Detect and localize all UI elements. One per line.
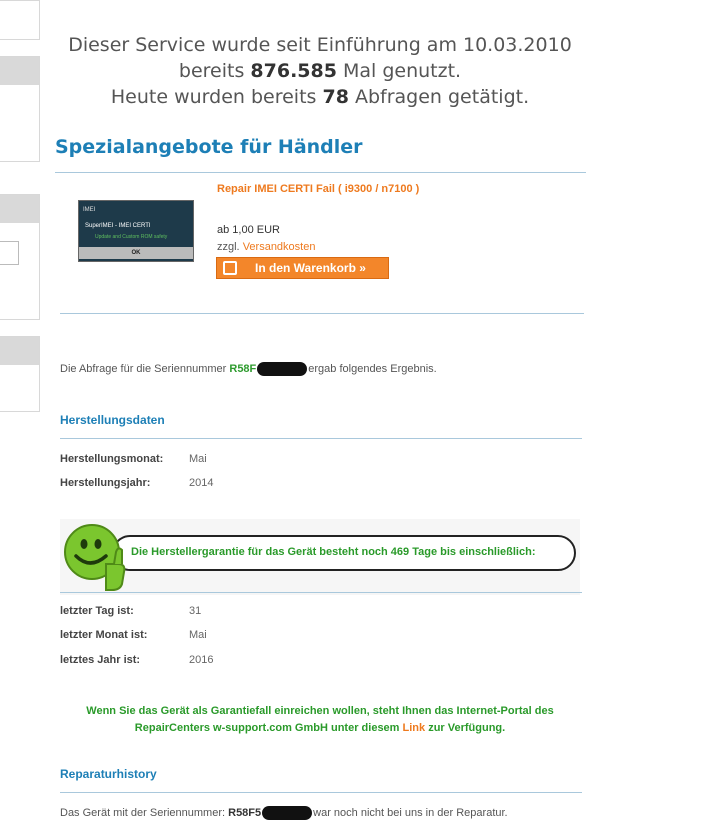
- manufacturing-year-value: 2014: [189, 477, 214, 489]
- shipping-info: zzgl. Versandkosten: [217, 241, 315, 253]
- redaction-mark: [257, 362, 308, 376]
- divider: [60, 592, 582, 593]
- last-year-value: 2016: [189, 654, 214, 666]
- special-offers-heading: Spezialangebote für Händler: [55, 136, 363, 158]
- last-month-label: letzter Monat ist:: [60, 629, 148, 641]
- manufacturing-heading: Herstellungsdaten: [60, 413, 165, 427]
- last-month-value: Mai: [189, 629, 207, 641]
- portal-text: zur Verfügung.: [425, 722, 506, 734]
- serial-number: R58F5: [228, 806, 262, 819]
- smiley-thumbs-up-icon: [64, 524, 126, 591]
- add-to-cart-button[interactable]: In den Warenkorb »: [216, 257, 389, 279]
- repair-history-text: Das Gerät mit der Seriennummer: R58F5 war…: [60, 806, 508, 820]
- warranty-message: Die Herstellergarantie für das Gerät bes…: [131, 546, 536, 558]
- today-query-count: 78: [322, 86, 349, 108]
- shipping-prefix: zzgl.: [217, 241, 243, 253]
- sidebar-input[interactable]: [0, 241, 19, 265]
- divider: [60, 313, 584, 314]
- redaction-mark: [262, 806, 313, 820]
- serial-number: R58F: [229, 362, 257, 375]
- last-day-label: letzter Tag ist:: [60, 605, 134, 617]
- add-to-cart-label: In den Warenkorb »: [255, 261, 366, 275]
- last-day-value: 31: [189, 605, 202, 617]
- stats-text: Mal genutzt.: [336, 60, 462, 82]
- divider: [60, 438, 582, 439]
- stats-line-3: Heute wurden bereits 78 Abfragen getätig…: [60, 84, 580, 110]
- warranty-message-box: Die Herstellergarantie für das Gerät bes…: [112, 535, 576, 571]
- sidebar-panel-header: [0, 195, 39, 223]
- sidebar-panel-header: [0, 57, 39, 85]
- stats-line-1: Dieser Service wurde seit Einführung am …: [68, 34, 572, 56]
- manufacturing-year-label: Herstellungsjahr:: [60, 477, 151, 489]
- portal-link[interactable]: Link: [403, 722, 426, 734]
- query-suffix: ergab folgendes Ergebnis.: [308, 362, 437, 375]
- warranty-portal-notice: Wenn Sie das Gerät als Garantiefall einr…: [60, 703, 580, 737]
- sidebar-panel: [0, 194, 40, 320]
- stats-text: Abfragen getätigt.: [348, 86, 530, 108]
- sidebar-panel: [0, 56, 40, 162]
- manufacturing-month-value: Mai: [189, 453, 207, 465]
- query-prefix: Die Abfrage für die Seriennummer: [60, 362, 230, 375]
- usage-stats: Dieser Service wurde seit Einführung am …: [60, 32, 580, 110]
- manufacturing-month-label: Herstellungsmonat:: [60, 453, 164, 465]
- portal-line-1: Wenn Sie das Gerät als Garantiefall einr…: [86, 705, 554, 717]
- product-image-title: IMEI: [83, 207, 96, 213]
- product-image-button: OK: [79, 247, 193, 259]
- shipping-costs-link[interactable]: Versandkosten: [243, 241, 316, 253]
- stats-text: Heute wurden bereits: [110, 86, 323, 108]
- divider: [60, 792, 582, 793]
- product-name-link[interactable]: Repair IMEI CERTI Fail ( i9300 / n7100 ): [217, 183, 419, 195]
- repair-history-heading: Reparaturhistory: [60, 767, 157, 781]
- repair-suffix: war noch nicht bei uns in der Reparatur.: [313, 806, 508, 819]
- repair-prefix: Das Gerät mit der Seriennummer:: [60, 806, 229, 819]
- last-year-label: letztes Jahr ist:: [60, 654, 141, 666]
- product-image-caption: SuperIMEI - IMEI CERTI: [85, 223, 151, 229]
- divider: [55, 172, 586, 173]
- sidebar-panel: [0, 0, 40, 40]
- stats-text: bereits: [178, 60, 251, 82]
- portal-line-2: RepairCenters w-support.com GmbH unter d…: [60, 720, 580, 737]
- product-image[interactable]: IMEI SuperIMEI - IMEI CERTI Update and C…: [78, 200, 194, 262]
- stats-line-2: bereits 876.585 Mal genutzt.: [60, 58, 580, 84]
- cart-icon: [223, 261, 237, 275]
- total-usage-count: 876.585: [250, 60, 337, 82]
- sidebar-panel: [0, 336, 40, 412]
- portal-text: RepairCenters w-support.com GmbH unter d…: [134, 722, 403, 734]
- sidebar-panel-header: [0, 337, 39, 365]
- product-price: ab 1,00 EUR: [217, 224, 280, 236]
- product-image-subcaption: Update and Custom ROM safety: [95, 234, 168, 240]
- query-result-text: Die Abfrage für die Seriennummer R58F erg…: [60, 362, 437, 376]
- left-sidebar: [0, 0, 40, 420]
